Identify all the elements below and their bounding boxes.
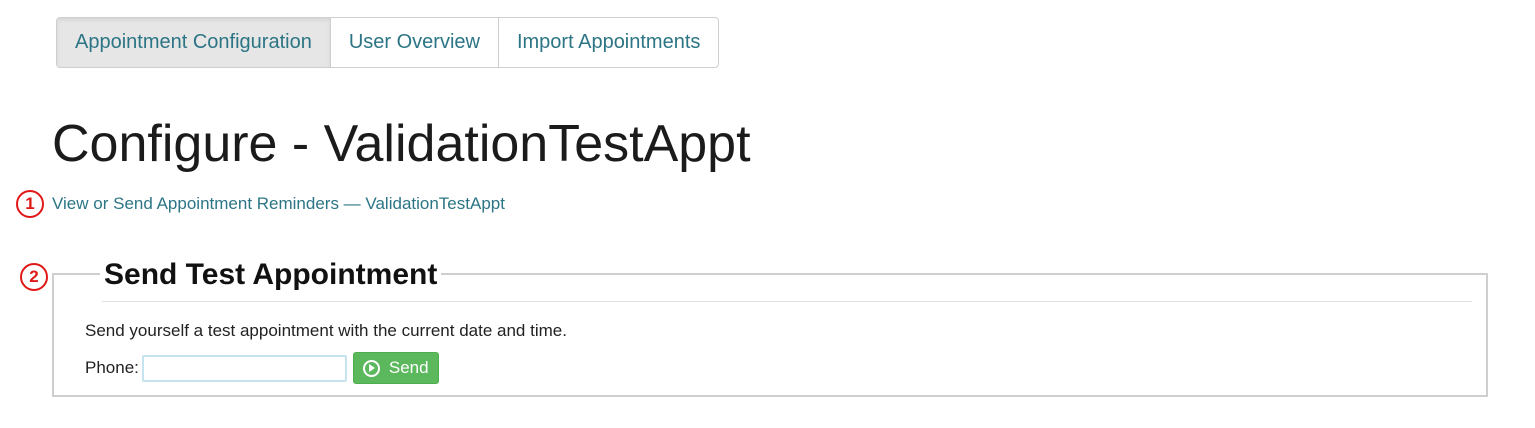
phone-input[interactable] bbox=[141, 354, 347, 382]
play-circle-icon bbox=[362, 359, 380, 377]
legend-divider bbox=[102, 301, 1472, 302]
send-button-label: Send bbox=[388, 358, 429, 377]
view-send-reminders-link[interactable]: View or Send Appointment Reminders — Val… bbox=[52, 194, 505, 214]
tab-bar: Appointment Configuration User Overview … bbox=[56, 17, 720, 68]
annotation-marker-2: 2 bbox=[20, 263, 48, 291]
annotation-marker-1: 1 bbox=[16, 190, 44, 218]
phone-row: Phone: Send bbox=[85, 352, 439, 384]
send-button[interactable]: Send bbox=[352, 352, 439, 384]
phone-label: Phone: bbox=[85, 358, 139, 377]
tab-import-appointments[interactable]: Import Appointments bbox=[499, 18, 718, 67]
page-title: Configure - ValidationTestAppt bbox=[52, 115, 751, 173]
tab-appointment-configuration[interactable]: Appointment Configuration bbox=[57, 18, 331, 67]
section-legend: Send Test Appointment bbox=[100, 258, 442, 292]
section-description: Send yourself a test appointment with th… bbox=[85, 321, 567, 340]
send-test-appointment-section: Send Test Appointment Send yourself a te… bbox=[52, 258, 1488, 397]
tab-user-overview[interactable]: User Overview bbox=[331, 18, 499, 67]
